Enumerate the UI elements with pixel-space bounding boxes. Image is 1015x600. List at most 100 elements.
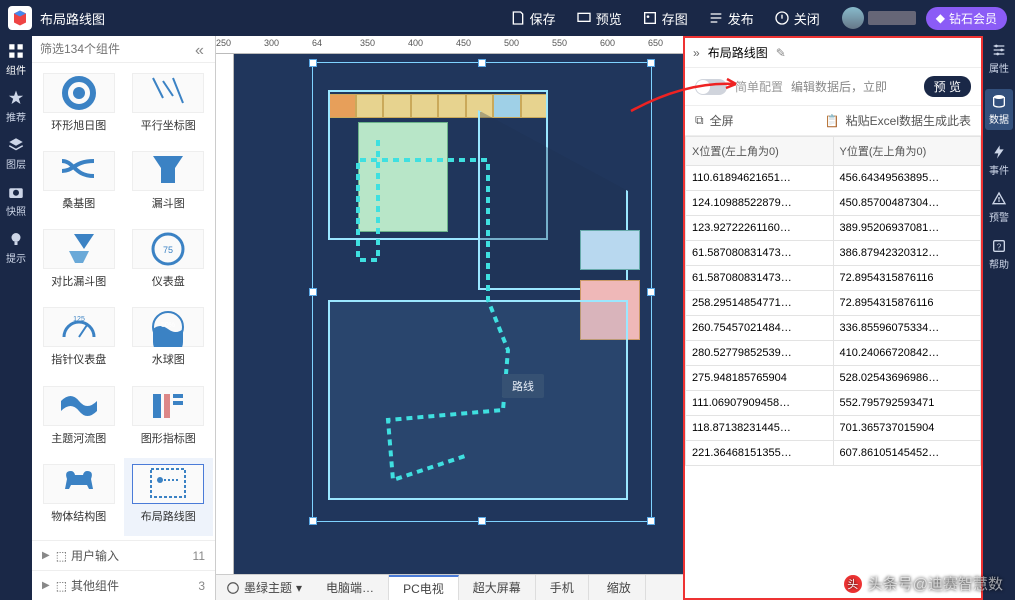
component-pictograph[interactable]: 图形指标图 <box>124 380 214 458</box>
copy-icon[interactable]: ⧉ <box>695 113 704 128</box>
vip-badge[interactable]: ◆钻石会员 <box>926 7 1007 30</box>
device-tab-手机[interactable]: 手机 <box>536 575 589 600</box>
right-rail-属性[interactable]: 属性 <box>985 42 1013 75</box>
diamond-icon: ◆ <box>936 11 945 25</box>
table-row[interactable]: 110.61894621651…456.64349563895… <box>686 166 981 191</box>
help-icon: ? <box>991 238 1007 254</box>
fullscreen-label[interactable]: 全屏 <box>710 112 734 129</box>
left-rail: 组件推荐图层快照提示 <box>0 36 32 600</box>
right-rail: 属性数据事件预警 ?帮助 <box>983 36 1015 600</box>
table-row[interactable]: 280.52779852539…410.24066720842… <box>686 341 981 366</box>
component-funnel[interactable]: 漏斗图 <box>124 145 214 223</box>
component-routemap[interactable]: 布局路线图 <box>124 458 214 536</box>
handle-br[interactable] <box>647 517 655 525</box>
handle-tl[interactable] <box>309 59 317 67</box>
left-rail-提示[interactable]: 提示 <box>2 230 30 265</box>
paste-icon[interactable]: 📋 <box>825 114 840 128</box>
footer-其他组件[interactable]: ▶⬚其他组件3 <box>32 570 215 600</box>
preview-data-button[interactable]: 预 览 <box>924 76 971 97</box>
theme-label: 墨绿主题 <box>244 579 292 596</box>
handle-bl[interactable] <box>309 517 317 525</box>
component-liquid[interactable]: 50%水球图 <box>124 301 214 379</box>
close-label: 关闭 <box>794 9 820 28</box>
avatar[interactable] <box>842 7 864 29</box>
collapse-icon[interactable]: « <box>195 42 207 56</box>
col-header[interactable]: Y位置(左上角为0) <box>833 137 981 166</box>
river-thumb <box>43 386 115 426</box>
component-sankey[interactable]: 桑基图 <box>34 145 124 223</box>
right-rail-事件[interactable]: 事件 <box>985 144 1013 177</box>
component-panel: « 环形旭日图平行坐标图桑基图漏斗图对比漏斗图 75 仪表盘 125指针仪表盘50%水… <box>32 36 216 600</box>
funnel2-thumb <box>43 229 115 269</box>
component-gauge[interactable]: 75 仪表盘 <box>124 223 214 301</box>
component-funnel2[interactable]: 对比漏斗图 <box>34 223 124 301</box>
data-table-wrap: X位置(左上角为0)Y位置(左上角为0) 110.61894621651…456… <box>685 136 981 598</box>
edit-title-icon[interactable]: ✎ <box>776 46 786 60</box>
left-rail-图层[interactable]: 图层 <box>2 136 30 171</box>
left-rail-组件[interactable]: 组件 <box>2 42 30 77</box>
main-area: 组件推荐图层快照提示 « 环形旭日图平行坐标图桑基图漏斗图对比漏斗图 75 仪表盘 1… <box>0 36 1015 600</box>
component-river[interactable]: 主题河流图 <box>34 380 124 458</box>
sunburst-thumb <box>43 73 115 113</box>
component-label: 图形指标图 <box>141 430 196 446</box>
component-label: 漏斗图 <box>152 195 185 211</box>
table-row[interactable]: 118.87138231445…701.365737015904 <box>686 416 981 441</box>
canvas[interactable]: 路线 <box>234 54 683 574</box>
zoom-control[interactable]: 缩放 <box>593 575 646 600</box>
handle-tm[interactable] <box>478 59 486 67</box>
device-tab-PC电视[interactable]: PC电视 <box>389 575 459 600</box>
preview-button[interactable]: 预览 <box>576 9 622 28</box>
gauge2-thumb: 125 <box>43 307 115 347</box>
left-rail-推荐[interactable]: 推荐 <box>2 89 30 124</box>
sankey-thumb <box>43 151 115 191</box>
left-rail-快照[interactable]: 快照 <box>2 183 30 218</box>
component-cow[interactable]: 物体结构图 <box>34 458 124 536</box>
paste-excel-label[interactable]: 粘贴Excel数据生成此表 <box>846 112 971 129</box>
saveimage-label: 存图 <box>662 9 688 28</box>
publish-button[interactable]: 发布 <box>708 9 754 28</box>
col-header[interactable]: X位置(左上角为0) <box>686 137 834 166</box>
device-tab-电脑端…[interactable]: 电脑端… <box>312 575 389 600</box>
search-input[interactable] <box>40 42 195 56</box>
right-rail-数据[interactable]: 数据 <box>985 89 1013 130</box>
watermark-icon: 头 <box>844 575 862 593</box>
svg-text:75: 75 <box>163 245 173 255</box>
svg-text:125: 125 <box>73 316 85 323</box>
right-rail-预警[interactable]: 预警 <box>985 191 1013 224</box>
component-sunburst[interactable]: 环形旭日图 <box>34 67 124 145</box>
route-tooltip: 路线 <box>502 374 544 398</box>
edit-hint: 编辑数据后，立即 <box>791 78 916 95</box>
table-row[interactable]: 221.36468151355…607.86105145452… <box>686 441 981 466</box>
save-button[interactable]: 保存 <box>510 9 556 28</box>
table-row[interactable]: 124.10988522879…450.85700487304… <box>686 191 981 216</box>
footer-用户输入[interactable]: ▶⬚用户输入11 <box>32 540 215 570</box>
table-row[interactable]: 111.06907909458…552.795792593471 <box>686 391 981 416</box>
handle-ml[interactable] <box>309 288 317 296</box>
table-row[interactable]: 275.948185765904528.02543696986… <box>686 366 981 391</box>
handle-tr[interactable] <box>647 59 655 67</box>
table-row[interactable]: 61.587080831473…386.87942320312… <box>686 241 981 266</box>
right-rail-帮助[interactable]: ?帮助 <box>985 238 1013 271</box>
saveimage-button[interactable]: 存图 <box>642 9 688 28</box>
component-label: 仪表盘 <box>152 273 185 289</box>
close-button[interactable]: 关闭 <box>774 9 820 28</box>
cow-thumb <box>43 464 115 504</box>
table-row[interactable]: 123.92722261160…389.95206937081… <box>686 216 981 241</box>
table-row[interactable]: 260.75457021484…336.85596075334… <box>686 316 981 341</box>
device-tab-超大屏幕[interactable]: 超大屏幕 <box>459 575 536 600</box>
handle-bm[interactable] <box>478 517 486 525</box>
ruler-body: 路线 <box>216 54 683 574</box>
zoom-label: 缩放 <box>607 579 631 596</box>
theme-selector[interactable]: 墨绿主题▾ <box>216 579 312 596</box>
collapse-right-icon[interactable]: » <box>693 46 700 60</box>
handle-mr[interactable] <box>647 288 655 296</box>
table-row[interactable]: 258.29514854771…72.8954315876116 <box>686 291 981 316</box>
component-gauge2[interactable]: 125指针仪表盘 <box>34 301 124 379</box>
simple-config-toggle[interactable] <box>695 79 727 95</box>
data-table[interactable]: X位置(左上角为0)Y位置(左上角为0) 110.61894621651…456… <box>685 136 981 466</box>
component-parallel[interactable]: 平行坐标图 <box>124 67 214 145</box>
preview-label: 预览 <box>596 9 622 28</box>
table-row[interactable]: 61.587080831473…72.8954315876116 <box>686 266 981 291</box>
layers-icon <box>7 136 25 154</box>
component-label: 对比漏斗图 <box>51 273 106 289</box>
